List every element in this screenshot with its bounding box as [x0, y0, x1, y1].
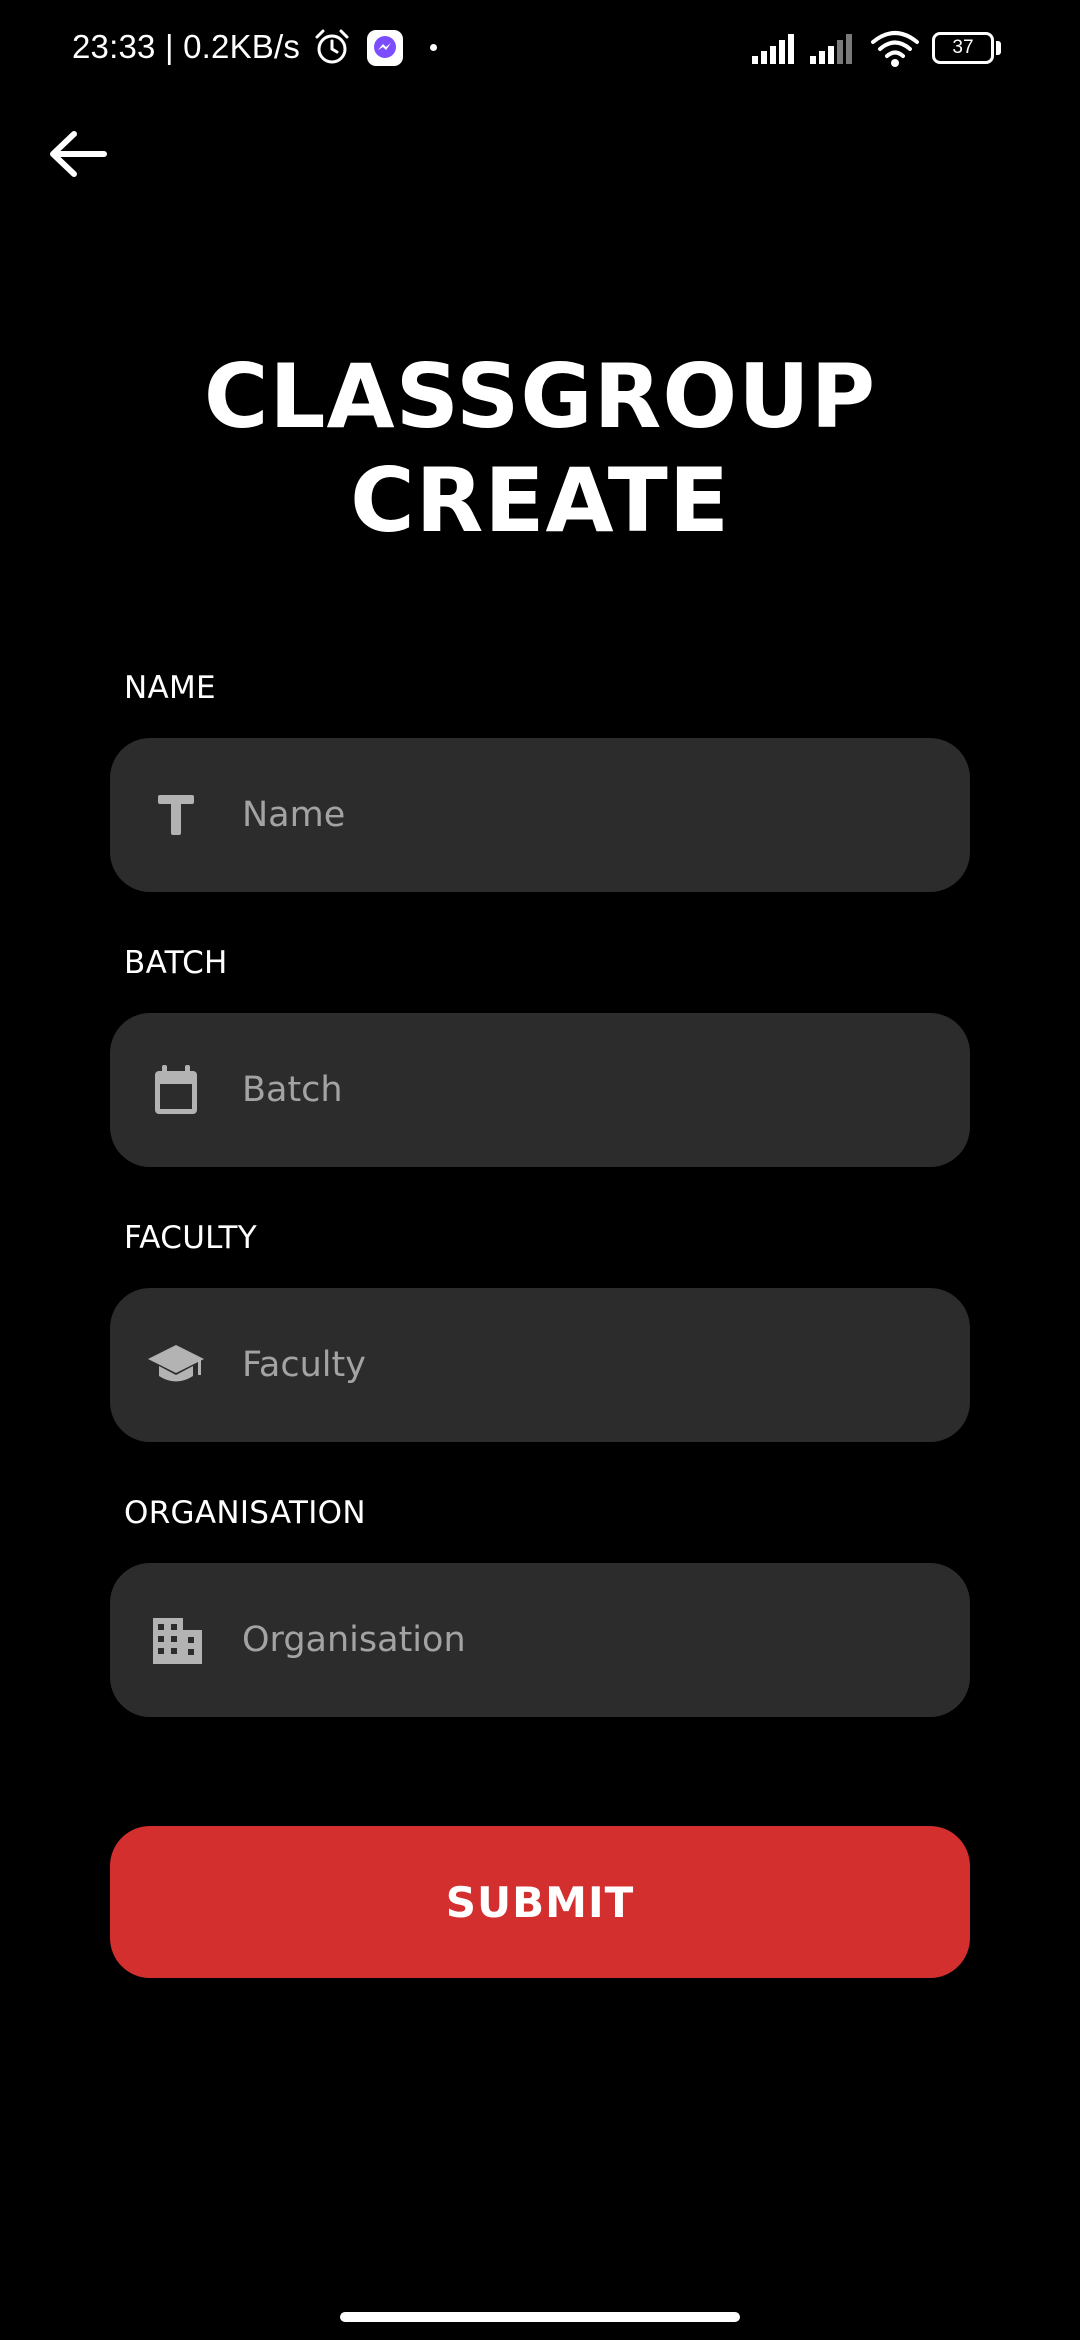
status-time: 23:33 | 0.2KB/s	[72, 28, 301, 65]
faculty-input[interactable]	[242, 1288, 932, 1442]
organisation-label: ORGANISATION	[124, 1495, 366, 1531]
home-indicator[interactable]	[340, 2312, 740, 2322]
messenger-icon	[367, 30, 403, 66]
organisation-input[interactable]	[242, 1563, 932, 1717]
wifi-icon	[870, 30, 920, 68]
battery-level: 37	[952, 37, 974, 58]
graduation-cap-icon	[146, 1335, 206, 1395]
signal-icon	[750, 32, 798, 66]
building-icon	[146, 1610, 206, 1670]
submit-button[interactable]: SUBMIT	[110, 1826, 970, 1978]
faculty-field[interactable]	[110, 1288, 970, 1442]
name-input[interactable]	[242, 738, 932, 892]
name-field[interactable]	[110, 738, 970, 892]
page-title-line2: CREATE	[350, 449, 730, 552]
calendar-icon	[146, 1060, 206, 1120]
back-button[interactable]	[36, 116, 116, 196]
alarm-icon	[313, 28, 351, 66]
status-bar: 23:33 | 0.2KB/s 37	[0, 0, 1080, 96]
organisation-field[interactable]	[110, 1563, 970, 1717]
arrow-left-icon	[50, 131, 107, 177]
name-label: NAME	[124, 670, 216, 706]
notification-dot-icon	[430, 44, 437, 51]
batch-field[interactable]	[110, 1013, 970, 1167]
page-title-line1: CLASSGROUP	[203, 345, 877, 448]
faculty-label: FACULTY	[124, 1220, 257, 1256]
battery-tip	[996, 41, 1001, 55]
signal-icon	[808, 32, 858, 66]
batch-label: BATCH	[124, 945, 228, 981]
page-title: CLASSGROUP CREATE	[0, 345, 1080, 553]
batch-input[interactable]	[242, 1013, 932, 1167]
battery-icon: 37	[932, 32, 994, 64]
text-icon	[146, 785, 206, 845]
